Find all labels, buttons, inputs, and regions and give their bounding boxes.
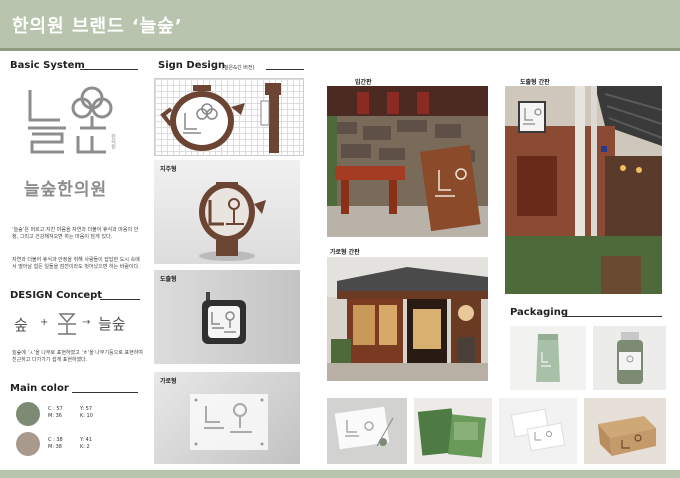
entrance-sign-scene [327,86,488,237]
package-pouch-photo [510,326,586,390]
mockup-businesscard-render [510,408,566,452]
concept-glyph-3: 늘숲 [98,315,126,333]
design-concept-desc: 늘숲에 ‘ㅅ’을 나무로 표현하였고 ‘ㅎ’을 나무기둥으로 표현하여 친근하고… [12,350,143,363]
entrance-sign-photo [327,86,488,237]
basic-system-rule [80,69,138,70]
sign-jiju-panel: 지주형 [154,160,300,264]
concept-arrow: → [82,317,91,328]
packaging-rule [564,316,662,317]
package-pouch-render [536,334,560,382]
sign-design-title: Sign Design [158,60,226,71]
mockup-card-render [334,406,394,450]
sign-jiju-label: 지주형 [160,166,177,173]
logo-horizontal-text: 늘숲한의원 [24,180,108,199]
color-swatch-taupe [16,432,40,456]
main-color-rule [72,392,138,393]
packaging-title: Packaging [510,307,568,318]
sign-dolchul-render [154,270,300,364]
entrance-sign-label: 입간판 [355,79,372,86]
header-divider [0,48,680,51]
color-taupe-c: C : 38 [48,437,63,443]
mockup-kraftbox-render [598,416,656,456]
garo-sign-photo-label: 가로형 간판 [330,249,360,256]
basic-system-title: Basic System [10,60,85,71]
package-bottle-photo [593,326,666,390]
color-green-k: K: 10 [80,413,93,419]
basic-system-desc-1: ‘늘숲’은 머르고 지친 마음을 자연과 더불어 휴식과 마음의 안정, 그리고… [12,227,139,240]
color-taupe-m: M: 38 [48,444,62,450]
color-swatch-green [16,402,40,426]
mockup-businesscard-photo [499,398,577,464]
sign-design-rule [266,69,304,70]
mockup-brochure-photo [414,398,492,464]
dolchul-sign-photo-label: 도출형 간판 [520,79,550,86]
sign-jiju-render [199,182,266,261]
footer-bar [0,470,680,478]
mockup-brochure-render [417,408,486,458]
logo-vertical-small-text: 한의원 [110,134,116,149]
logo-horizontal: 늘숲한의원 [22,173,132,199]
color-taupe-y: Y: 41 [80,437,93,443]
color-taupe-k: K: 2 [80,444,90,450]
sign-dolchul-label: 도출형 [160,276,177,283]
concept-plus: + [40,317,49,328]
mockup-kraftbox-photo [584,398,666,464]
design-concept-title: DESIGN Concept [10,290,103,301]
sign-dolchul-panel: 도출형 [154,270,300,364]
color-green-c: C : 57 [48,406,63,412]
design-concept-rule [100,299,140,300]
basic-system-desc-2: 자연과 더불어 휴식과 안정을 취해 사람들이 답답한 도시 속에서 떨어날 힘… [12,257,140,270]
sign-garo-panel: 가로형 [154,372,300,464]
mockup-card-photo [327,398,407,464]
sign-garo-label: 가로형 [160,378,177,385]
dolchul-sign-scene [505,86,662,294]
logo-vertical-text: 늘숲 [26,80,27,81]
logo-vertical-mark [28,86,113,154]
page-title: 한의원 브랜드 ‘늘숲’ [12,16,183,37]
concept-glyph-1: 숲 [14,316,28,334]
dolchul-sign-photo [505,86,662,294]
logo-vertical: 한의원 늘숲 [26,80,120,166]
sign-grid-panel [154,78,304,156]
sign-design-subtitle: (짙은&긴 버전) [222,65,255,71]
color-green-m: M: 36 [48,413,62,419]
color-green-y: Y: 57 [80,406,93,412]
main-color-title: Main color [10,383,69,394]
package-bottle-render [617,332,643,384]
sign-grid-drawing [160,83,281,153]
sign-garo-render [190,394,268,450]
concept-tree-icon [58,313,76,335]
garo-sign-scene [327,257,488,381]
garo-sign-photo [327,257,488,381]
